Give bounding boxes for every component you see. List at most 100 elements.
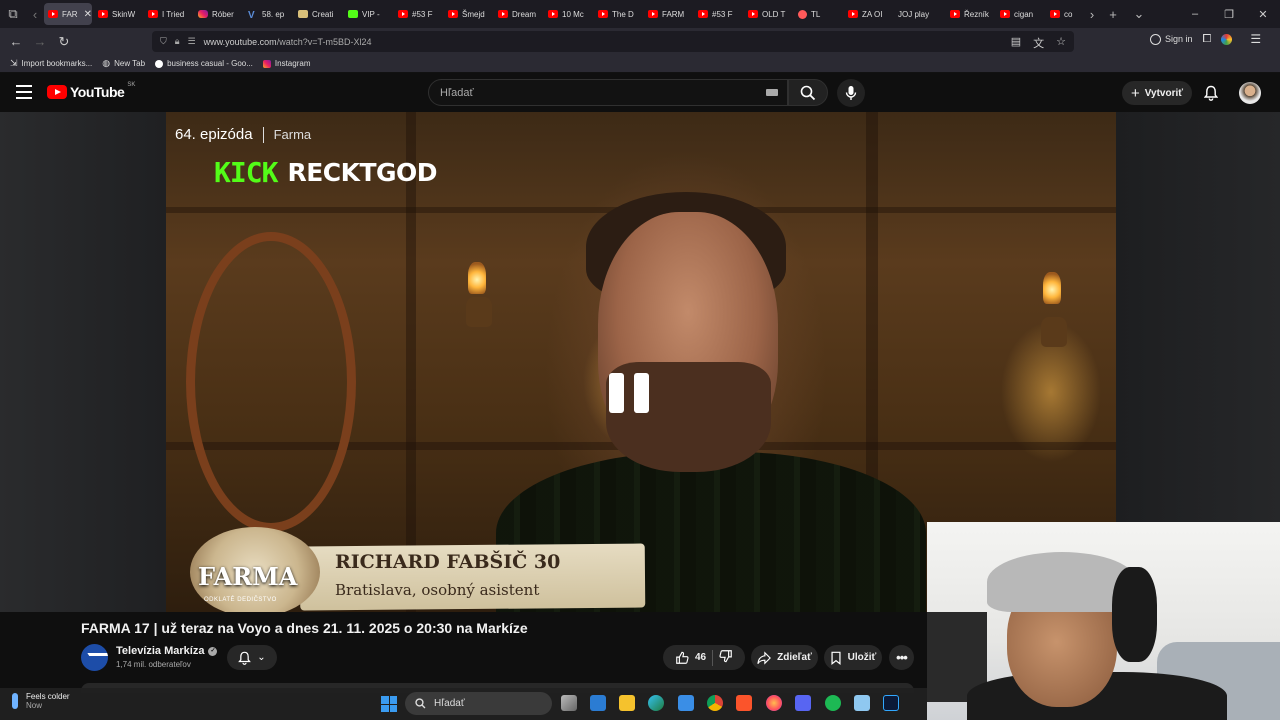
webcam-overlay — [927, 522, 1280, 720]
browser-tab[interactable]: SkinW — [94, 3, 142, 25]
taskbar-search[interactable]: Hľadať — [405, 692, 552, 715]
address-bar[interactable]: ⛉ 🔒︎ ☰ www.youtube.com/watch?v=T-m5BD-Xl… — [152, 31, 1074, 52]
user-avatar[interactable] — [1239, 82, 1261, 104]
translate-icon[interactable]: 文 — [1033, 35, 1044, 51]
like-button[interactable]: 46 — [675, 651, 706, 665]
browser-tab[interactable]: The D — [594, 3, 642, 25]
search-icon — [800, 85, 816, 100]
browser-tab[interactable]: #53 F — [394, 3, 442, 25]
discord-icon[interactable] — [795, 695, 811, 711]
browser-tab[interactable]: JOJ play — [894, 3, 944, 25]
tab-scroll-right-button[interactable]: › — [1084, 1, 1100, 27]
browser-tab[interactable]: #53 F — [694, 3, 742, 25]
maximize-button[interactable]: ❐ — [1212, 8, 1246, 21]
reload-button[interactable]: ↻ — [52, 30, 76, 54]
webcam-headphones — [1112, 567, 1157, 662]
browser-tab[interactable]: 10 Mc — [544, 3, 592, 25]
app-menu-icon[interactable]: ☰ — [1250, 32, 1261, 46]
browser-tab[interactable]: co — [1046, 3, 1084, 25]
extensions-icon[interactable]: ⧠ — [1203, 33, 1212, 46]
google-icon — [155, 59, 164, 68]
instagram-icon — [198, 10, 208, 18]
series-name: Farma — [273, 127, 312, 142]
kick-channel-name: RECKTGOD — [287, 158, 438, 187]
forward-button[interactable]: → — [28, 30, 52, 54]
photoshop-icon[interactable] — [883, 695, 899, 711]
browser-tab[interactable]: VIP - — [344, 3, 392, 25]
tab-scroll-left-button[interactable]: ‹ — [26, 1, 44, 27]
more-actions-button[interactable]: ••• — [889, 645, 914, 670]
bookmark-instagram[interactable]: Instagram — [262, 59, 310, 68]
tab-list-dropdown-button[interactable]: ⌄ — [1126, 1, 1152, 27]
reader-view-icon[interactable]: ▤ — [1011, 35, 1021, 51]
browser-tab[interactable]: FARM — [644, 3, 692, 25]
browser-tab[interactable]: Róber — [194, 3, 242, 25]
browser-tab[interactable]: OLD T — [744, 3, 792, 25]
browser-tab[interactable]: Creati — [294, 3, 342, 25]
voice-search-button[interactable] — [837, 79, 865, 107]
task-view-icon[interactable] — [561, 695, 577, 711]
browser-tab[interactable]: FAR ✕ — [44, 3, 92, 25]
search-button[interactable] — [788, 79, 828, 106]
taskbar-search-placeholder: Hľadať — [434, 698, 465, 709]
browser-tab[interactable]: cigan — [996, 3, 1044, 25]
browser-tab[interactable]: Šmejd — [444, 3, 492, 25]
file-explorer-icon[interactable] — [619, 695, 635, 711]
notification-preference-button[interactable]: ⌄ — [227, 645, 277, 670]
notifications-button[interactable] — [1200, 82, 1222, 104]
verified-check-icon: ✓ — [208, 646, 218, 656]
bookmark-google[interactable]: business casual - Goo... — [155, 59, 253, 68]
close-window-button[interactable]: ✕ — [1246, 8, 1280, 21]
edge-icon[interactable] — [648, 695, 664, 711]
browser-tab[interactable]: V 58. ep — [244, 3, 292, 25]
notepad-icon[interactable] — [854, 695, 870, 711]
dislike-button[interactable] — [719, 649, 733, 666]
overlay-divider — [262, 126, 264, 143]
browser-tab[interactable]: I Tried — [144, 3, 192, 25]
youtube-icon — [598, 10, 608, 18]
youtube-icon — [1050, 10, 1060, 18]
windows-start-icon[interactable] — [381, 696, 397, 712]
tab-label: SkinW — [112, 9, 136, 19]
share-button[interactable]: Zdieľať — [751, 645, 818, 670]
channel-name-row[interactable]: Televízia Markíza ✓ — [116, 645, 218, 657]
tab-label: 10 Mc — [562, 9, 584, 19]
save-button[interactable]: Uložiť — [824, 645, 882, 670]
minimize-button[interactable]: – — [1178, 8, 1212, 20]
spotify-icon[interactable] — [825, 695, 841, 711]
episode-number: 64. epizóda — [175, 126, 253, 143]
browser-tab[interactable]: TL — [794, 3, 842, 25]
lock-icon[interactable]: 🔒︎ — [175, 36, 180, 47]
shield-icon[interactable]: ⛉ — [160, 36, 167, 47]
brave-icon[interactable] — [736, 695, 752, 711]
permissions-icon[interactable]: ☰ — [188, 36, 196, 47]
browser-tab[interactable]: Řezník — [946, 3, 994, 25]
tab-label: TL — [811, 9, 821, 19]
bookmark-star-icon[interactable]: ☆ — [1056, 35, 1066, 51]
create-button[interactable]: + Vytvoriť — [1122, 81, 1192, 105]
browser-tab[interactable]: ZA OI — [844, 3, 892, 25]
color-extension-icon[interactable] — [1221, 33, 1233, 45]
url-host: www.youtube.com — [203, 36, 277, 47]
store-icon[interactable] — [590, 695, 606, 711]
close-tab-icon[interactable]: ✕ — [84, 9, 92, 20]
youtube-logo[interactable]: YouTube SK — [47, 82, 135, 100]
keyboard-icon[interactable] — [766, 89, 778, 96]
browser-tab[interactable]: Dream — [494, 3, 542, 25]
photos-icon[interactable] — [678, 695, 694, 711]
firefox-icon[interactable] — [766, 695, 782, 711]
new-tab-button[interactable]: + — [1100, 1, 1126, 27]
back-button[interactable]: ← — [4, 30, 28, 54]
bookmark-import[interactable]: ⇲ Import bookmarks... — [10, 58, 92, 69]
search-icon — [415, 698, 426, 709]
channel-avatar[interactable] — [81, 644, 108, 671]
chrome-icon[interactable] — [707, 695, 723, 711]
tab-overview-button[interactable]: ⧉ — [0, 1, 26, 27]
guide-menu-icon[interactable] — [16, 85, 32, 99]
search-input[interactable]: Hľadať — [428, 79, 788, 106]
account-button[interactable]: Sign in — [1150, 33, 1193, 45]
bookmark-new-tab[interactable]: ◍ New Tab — [102, 58, 145, 69]
weather-widget[interactable]: Feels colder Now — [12, 692, 70, 710]
youtube-icon — [48, 10, 58, 18]
pause-icon[interactable] — [609, 373, 651, 413]
